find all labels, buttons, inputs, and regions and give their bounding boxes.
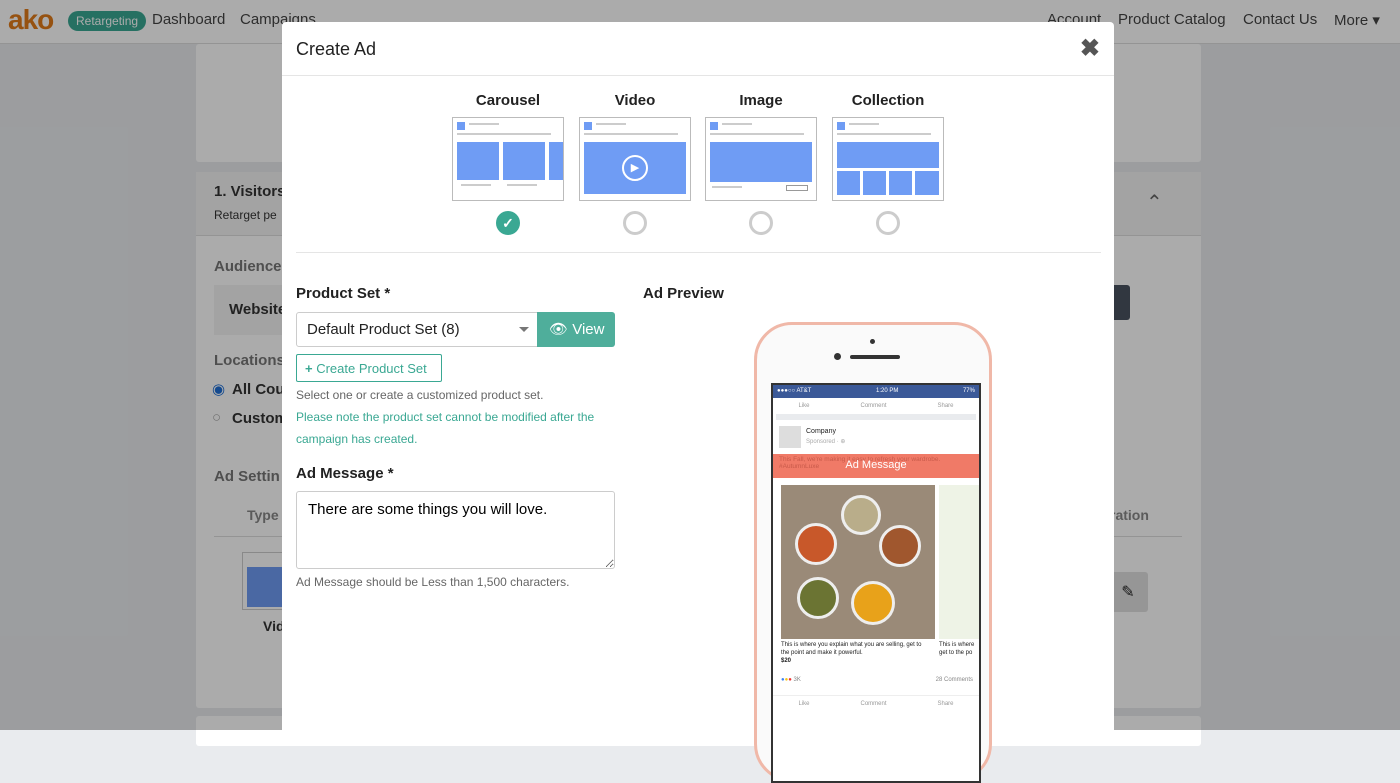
view-button[interactable]: 👁 View (537, 312, 615, 347)
create-product-set-button[interactable]: + Create Product Set (296, 354, 442, 382)
close-icon[interactable]: ✖ (1080, 34, 1100, 63)
ad-message-overlay: Ad Message (845, 459, 907, 471)
type-image[interactable]: Image (705, 92, 817, 235)
video-thumbnail: ▶ (579, 117, 691, 201)
ad-message-input[interactable]: There are some things you will love. (296, 491, 615, 569)
plus-icon: + (305, 361, 313, 376)
carousel-thumbnail (452, 117, 564, 201)
ad-message-label: Ad Message * (296, 465, 394, 482)
radio-icon[interactable] (749, 211, 773, 235)
type-carousel[interactable]: Carousel ✓ (452, 92, 564, 235)
check-icon[interactable]: ✓ (496, 211, 520, 235)
radio-icon[interactable] (876, 211, 900, 235)
play-icon: ▶ (622, 155, 648, 181)
collection-thumbnail (832, 117, 944, 201)
ad-message-hint: Ad Message should be Less than 1,500 cha… (296, 575, 570, 589)
product-set-help: Select one or create a customized produc… (296, 388, 544, 402)
spices-image (781, 485, 935, 639)
eye-icon: 👁 (549, 321, 569, 338)
image-thumbnail (705, 117, 817, 201)
product-set-select[interactable]: Default Product Set (8) (296, 312, 538, 347)
type-video[interactable]: Video ▶ (579, 92, 691, 235)
product-set-note: Please note the product set cannot be mo… (296, 410, 595, 446)
ad-preview-label: Ad Preview (643, 285, 724, 302)
phone-preview: ●●●○○ AT&T 1:20 PM 77% Like Comment Share Co… (754, 322, 992, 783)
modal-title: Create Ad (296, 39, 377, 59)
type-collection[interactable]: Collection (832, 92, 944, 235)
radio-icon[interactable] (623, 211, 647, 235)
product-set-label: Product Set * (296, 285, 391, 302)
chevron-down-icon (519, 327, 529, 337)
create-ad-modal: Create Ad ✖ Carousel ✓ Video ▶ Image Col… (282, 22, 1114, 783)
